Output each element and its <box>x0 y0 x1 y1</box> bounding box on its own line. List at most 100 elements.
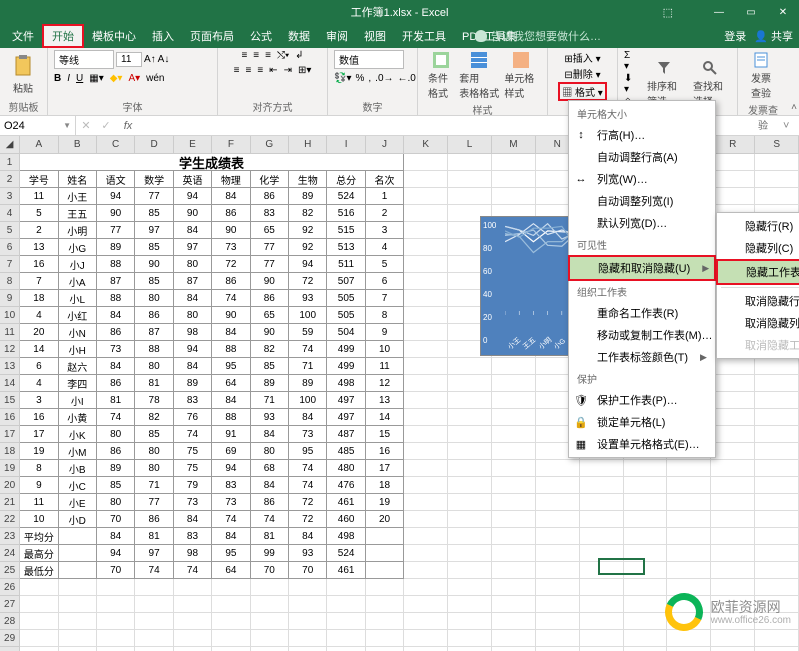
empty-cell[interactable] <box>212 630 250 647</box>
data-cell[interactable]: 72 <box>289 511 327 528</box>
paste-button[interactable]: 粘贴 <box>6 52 40 97</box>
empty-cell[interactable] <box>492 392 536 409</box>
data-cell[interactable]: 小王 <box>59 188 97 205</box>
data-cell[interactable]: 李四 <box>59 375 97 392</box>
data-cell[interactable]: 77 <box>135 494 173 511</box>
data-cell[interactable]: 74 <box>289 460 327 477</box>
data-cell[interactable]: 74 <box>289 477 327 494</box>
empty-cell[interactable] <box>404 171 448 188</box>
empty-cell[interactable] <box>667 528 711 545</box>
data-cell[interactable]: 17 <box>366 460 404 477</box>
empty-cell[interactable] <box>404 545 448 562</box>
col-header[interactable]: M <box>492 136 536 153</box>
empty-cell[interactable] <box>711 426 755 443</box>
data-cell[interactable]: 84 <box>97 528 135 545</box>
empty-cell[interactable] <box>755 358 799 375</box>
empty-cell[interactable] <box>580 630 624 647</box>
menu-unhide-rows[interactable]: 取消隐藏行(O) <box>717 290 799 312</box>
data-cell[interactable]: 513 <box>327 239 365 256</box>
data-cell[interactable]: 73 <box>212 494 250 511</box>
data-cell[interactable]: 14 <box>20 341 58 358</box>
decrease-font-icon[interactable]: A↓ <box>158 54 170 65</box>
data-cell[interactable]: 87 <box>97 273 135 290</box>
empty-cell[interactable] <box>624 494 668 511</box>
row-header[interactable]: 23 <box>0 528 20 545</box>
empty-cell[interactable] <box>711 392 755 409</box>
collapse-ribbon-icon[interactable]: ˄ <box>791 102 797 113</box>
empty-cell[interactable] <box>667 562 711 579</box>
col-header[interactable]: C <box>97 136 135 153</box>
empty-cell[interactable] <box>97 579 135 596</box>
merge-button[interactable]: ⊞▾ <box>298 65 311 76</box>
empty-cell[interactable] <box>492 579 536 596</box>
row-header[interactable]: 8 <box>0 273 20 290</box>
data-cell[interactable]: 90 <box>212 222 250 239</box>
data-cell[interactable]: 72 <box>289 273 327 290</box>
empty-cell[interactable] <box>448 477 492 494</box>
font-size[interactable]: 11 <box>116 52 142 67</box>
row-header[interactable]: 10 <box>0 307 20 324</box>
empty-cell[interactable] <box>624 477 668 494</box>
empty-cell[interactable] <box>755 545 799 562</box>
empty-cell[interactable] <box>404 341 448 358</box>
tab-data[interactable]: 数据 <box>280 24 318 48</box>
data-cell[interactable]: 98 <box>174 324 212 341</box>
empty-cell[interactable] <box>97 596 135 613</box>
empty-cell[interactable] <box>448 647 492 651</box>
data-cell[interactable]: 505 <box>327 290 365 307</box>
bold-button[interactable]: B <box>54 73 61 84</box>
data-cell[interactable]: 小C <box>59 477 97 494</box>
empty-cell[interactable] <box>624 528 668 545</box>
data-cell[interactable]: 79 <box>174 477 212 494</box>
empty-cell[interactable] <box>404 460 448 477</box>
data-cell[interactable]: 8 <box>20 460 58 477</box>
data-cell[interactable]: 73 <box>212 239 250 256</box>
data-cell[interactable]: 名次 <box>366 171 404 188</box>
data-cell[interactable]: 81 <box>135 375 173 392</box>
empty-cell[interactable] <box>59 596 97 613</box>
menu-unhide-cols[interactable]: 取消隐藏列(L) <box>717 312 799 334</box>
empty-cell[interactable] <box>404 358 448 375</box>
col-header[interactable]: E <box>174 136 212 153</box>
data-cell[interactable]: 92 <box>289 239 327 256</box>
increase-font-icon[interactable]: A↑ <box>144 54 156 65</box>
empty-cell[interactable] <box>404 188 448 205</box>
menu-autofit-row[interactable]: 自动调整行高(A) <box>569 146 715 168</box>
data-cell[interactable]: 84 <box>174 222 212 239</box>
empty-cell[interactable] <box>755 375 799 392</box>
empty-cell[interactable] <box>289 630 327 647</box>
data-cell[interactable]: 小L <box>59 290 97 307</box>
data-cell[interactable] <box>366 545 404 562</box>
empty-cell[interactable] <box>97 647 135 651</box>
data-cell[interactable]: 85 <box>97 477 135 494</box>
data-cell[interactable]: 94 <box>97 545 135 562</box>
empty-cell[interactable] <box>404 392 448 409</box>
orientation-icon[interactable]: ⤭▾ <box>277 50 289 61</box>
row-header[interactable]: 7 <box>0 256 20 273</box>
empty-cell[interactable] <box>97 630 135 647</box>
data-cell[interactable]: 平均分 <box>20 528 58 545</box>
data-cell[interactable]: 86 <box>212 205 250 222</box>
empty-cell[interactable] <box>536 494 580 511</box>
empty-cell[interactable] <box>20 647 58 651</box>
empty-cell[interactable] <box>536 511 580 528</box>
row-header[interactable]: 17 <box>0 426 20 443</box>
row-header[interactable]: 11 <box>0 324 20 341</box>
empty-cell[interactable] <box>366 630 404 647</box>
empty-cell[interactable] <box>448 375 492 392</box>
empty-cell[interactable] <box>448 409 492 426</box>
align-left-icon[interactable]: ≡ <box>234 65 240 76</box>
empty-cell[interactable] <box>97 613 135 630</box>
empty-cell[interactable] <box>135 647 173 651</box>
empty-cell[interactable] <box>492 545 536 562</box>
data-cell[interactable]: 83 <box>174 392 212 409</box>
data-cell[interactable]: 89 <box>251 375 289 392</box>
empty-cell[interactable] <box>20 596 58 613</box>
col-header[interactable]: B <box>59 136 97 153</box>
row-header[interactable]: 28 <box>0 613 20 630</box>
row-header[interactable]: 1 <box>0 154 20 171</box>
data-cell[interactable]: 78 <box>135 392 173 409</box>
tab-developer[interactable]: 开发工具 <box>394 24 454 48</box>
data-cell[interactable]: 100 <box>289 392 327 409</box>
name-box[interactable]: O24▼ <box>0 116 76 135</box>
